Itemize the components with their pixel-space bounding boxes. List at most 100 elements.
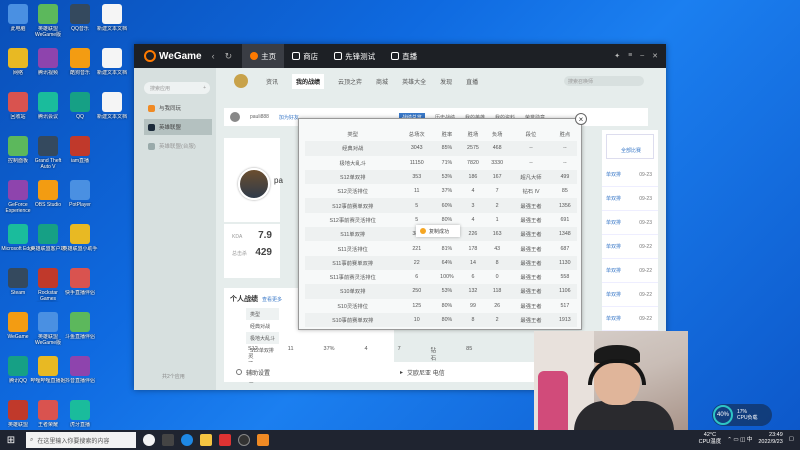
kda-card: KDA 7.9 总击杀 429 — [224, 224, 280, 278]
add-friend-link[interactable]: 加为好友 — [279, 114, 299, 121]
desktop-icon-label: 腾讯视频 — [37, 70, 58, 76]
back-icon[interactable]: ‹ — [212, 51, 215, 61]
desktop-icon[interactable]: 新建文本文档 — [94, 90, 130, 130]
desktop-icon[interactable]: iam直播 — [62, 134, 98, 174]
match-item[interactable]: 单双排 09-23 — [602, 163, 658, 187]
desktop-icon[interactable]: QQ — [62, 90, 98, 130]
tab-test[interactable]: 先锋测试 — [326, 44, 383, 68]
obs-icon[interactable] — [238, 434, 250, 446]
table-cell: 558 — [560, 274, 570, 281]
sidebar-item-label: 英雄联盟 — [159, 125, 182, 131]
table-cell: S11灵活排位 — [337, 246, 368, 253]
app-icon — [102, 4, 122, 24]
desktop-icon[interactable]: Grand Theft Auto V — [30, 134, 66, 174]
desktop-icon[interactable]: OBS Studio — [30, 178, 66, 218]
desktop-icon[interactable]: 英雄联盟客户端 — [30, 222, 66, 262]
table-cell: 691 — [560, 216, 570, 223]
taskbar-search-input[interactable]: ⌕ 在这里输入你要搜索的内容 — [26, 432, 136, 448]
table-cell: 468 — [485, 141, 510, 156]
match-mode: 单双排 — [606, 244, 622, 250]
menu-icon[interactable]: ≡ — [628, 52, 632, 60]
game-tab-discover[interactable]: 发现 — [440, 77, 452, 86]
add-icon[interactable]: + — [203, 85, 206, 91]
table-cell: 1106 — [552, 284, 577, 299]
match-item[interactable]: 单双排 09-22 — [602, 259, 658, 283]
desktop-icon[interactable]: 快手直播伴侣 — [62, 266, 98, 306]
close-icon[interactable]: × — [575, 113, 587, 125]
table-cell: 53% — [433, 284, 461, 299]
table-cell: 178 — [468, 245, 478, 252]
table-cell: 118 — [485, 284, 510, 299]
desktop-icon[interactable]: 哔哩哔哩直播姬 — [30, 354, 66, 394]
table-row: S12灵活排位 11 37% 4 7 钻石 IV 85 — [305, 184, 577, 198]
test-icon — [334, 52, 343, 60]
tab-home[interactable]: 主页 — [242, 44, 285, 68]
desktop-icon[interactable]: 腾讯视频 — [30, 46, 66, 86]
clock-date: 2022/9/23 — [758, 439, 783, 445]
table-cell: 最强王者 — [509, 198, 553, 213]
close-window-icon[interactable]: ✕ — [652, 52, 658, 60]
match-filter-dropdown[interactable]: 全部比赛 — [606, 134, 654, 159]
game-tab-news[interactable]: 资讯 — [266, 77, 278, 86]
summoner-search-input[interactable]: 搜索召唤师 — [564, 76, 644, 86]
app-icon — [38, 92, 58, 112]
sidebar-search-input[interactable]: 搜索应用 + — [144, 82, 210, 94]
sidebar-item-lol[interactable]: 英雄联盟 — [144, 119, 212, 135]
desktop-icon[interactable]: QQ音乐 — [62, 2, 98, 42]
desktop-icon[interactable]: 英雄联盟小助手 — [62, 222, 98, 262]
desktop-icon[interactable]: PotPlayer — [62, 178, 98, 218]
folder-icon[interactable] — [200, 434, 212, 446]
desktop-icon-label: OBS Studio — [34, 202, 62, 208]
game-tab-live[interactable]: 直播 — [466, 77, 478, 86]
taskbar-app-icon[interactable] — [143, 434, 155, 446]
taskbar: ⊞ ⌕ 在这里输入你要搜索的内容 42°C CPU温度 ⌃ ▭ ◫ 中 23:49 2… — [0, 430, 800, 450]
tray-icons[interactable]: ⌃ ▭ ◫ 中 — [727, 435, 752, 443]
wegame-icon[interactable] — [257, 434, 269, 446]
record-more-link[interactable]: 查看更多 — [262, 297, 282, 303]
match-item[interactable]: 单双排 09-23 — [602, 211, 658, 235]
match-item[interactable]: 单双排 09-23 — [602, 187, 658, 211]
task-view-icon[interactable] — [162, 434, 174, 446]
desktop-icon[interactable]: 腾讯会议 — [30, 90, 66, 130]
gift-icon[interactable]: ✦ — [614, 52, 620, 60]
sidebar-item-lol-tw[interactable]: 英雄联盟(台服) — [144, 138, 212, 154]
table-cell: 64% — [433, 255, 461, 270]
match-date: 09-22 — [639, 291, 652, 298]
minimize-icon[interactable]: – — [640, 52, 644, 60]
table-cell: -- — [509, 141, 553, 156]
table-cell: 7820 — [467, 159, 479, 166]
edge-icon[interactable] — [181, 434, 193, 446]
desktop-icon[interactable]: 英雄联盟 WeGame版 — [30, 2, 66, 42]
desktop-icon[interactable]: 新建文本文档 — [94, 46, 130, 86]
tab-live[interactable]: 直播 — [383, 44, 425, 68]
kda-row: KDA 7.9 — [224, 224, 280, 241]
desktop-icon-label: Grand Theft Auto V — [34, 158, 62, 170]
desktop-icon[interactable]: 抖音直播伴侣 — [62, 354, 98, 394]
desktop-icon[interactable]: Rockstar Games Launcher — [30, 266, 66, 306]
notification-icon[interactable]: ▢ — [789, 436, 794, 442]
desktop-icon-label: 英雄联盟客户端 — [30, 246, 66, 252]
desktop-icon[interactable]: 斗鱼直播伴侣 — [62, 310, 98, 350]
game-tab-tft[interactable]: 云顶之弈 — [338, 77, 362, 86]
copy-success-toast: 复制成功 — [416, 225, 460, 237]
match-item[interactable]: 单双排 09-22 — [602, 307, 658, 331]
game-tab-heroes[interactable]: 英雄大全 — [402, 77, 426, 86]
table-cell: 43 — [494, 245, 501, 252]
refresh-icon[interactable]: ↻ — [225, 51, 233, 62]
match-item[interactable]: 单双排 09-22 — [602, 235, 658, 259]
app-icon[interactable] — [219, 434, 231, 446]
game-tab-record[interactable]: 我的战绩 — [292, 73, 325, 89]
desktop-icon[interactable]: 新建文本文档 — [94, 2, 130, 42]
windows-start-icon[interactable]: ⊞ — [0, 430, 22, 450]
assist-settings-button[interactable]: 辅助设置 — [236, 368, 270, 377]
sidebar-item-friends[interactable]: 与我同玩 — [144, 100, 212, 116]
server-selector[interactable]: ▸ 艾欧尼亚 电信 — [400, 368, 445, 377]
clock[interactable]: 23:49 2022/9/23 — [758, 432, 782, 446]
game-tab-mall[interactable]: 商城 — [376, 77, 388, 86]
match-date: 09-22 — [639, 315, 652, 322]
tab-store[interactable]: 商店 — [284, 44, 326, 68]
webcam-chair — [538, 371, 568, 431]
desktop-icon[interactable]: 酷狗音乐 — [62, 46, 98, 86]
match-item[interactable]: 单双排 09-22 — [602, 283, 658, 307]
desktop-icon[interactable]: 英雄联盟WeGame版 — [30, 310, 66, 350]
